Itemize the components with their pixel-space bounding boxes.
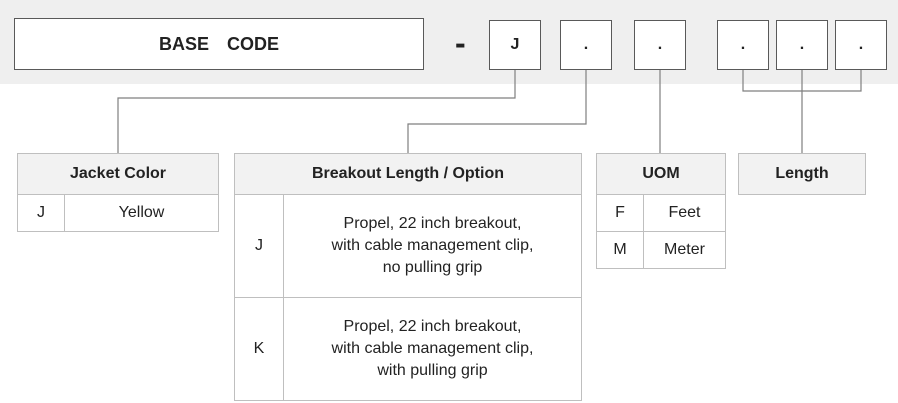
option-code: M xyxy=(596,231,644,269)
uom-header: UOM xyxy=(596,153,726,195)
table-row: M Meter xyxy=(596,231,726,269)
option-code: F xyxy=(596,194,644,232)
jacket-color-header: Jacket Color xyxy=(17,153,219,195)
breakout-header: Breakout Length / Option xyxy=(234,153,582,195)
table-row: J Propel, 22 inch breakout, with cable m… xyxy=(234,194,582,298)
option-label: Yellow xyxy=(64,194,219,232)
table-row: F Feet xyxy=(596,194,726,232)
breakout-table: Breakout Length / Option J Propel, 22 in… xyxy=(234,153,582,401)
table-row: K Propel, 22 inch breakout, with cable m… xyxy=(234,297,582,401)
connector-jacket xyxy=(117,70,516,153)
table-row: J Yellow xyxy=(17,194,219,232)
connector-breakout xyxy=(407,70,587,153)
jacket-color-table: Jacket Color J Yellow xyxy=(17,153,219,232)
option-label: Meter xyxy=(643,231,726,269)
option-label: Propel, 22 inch breakout, with cable man… xyxy=(283,297,582,401)
length-table: Length xyxy=(738,153,866,195)
option-code: K xyxy=(234,297,284,401)
option-label: Propel, 22 inch breakout, with cable man… xyxy=(283,194,582,298)
option-code: J xyxy=(234,194,284,298)
option-label: Feet xyxy=(643,194,726,232)
option-code: J xyxy=(17,194,65,232)
uom-table: UOM F Feet M Meter xyxy=(596,153,726,269)
length-header: Length xyxy=(738,153,866,195)
